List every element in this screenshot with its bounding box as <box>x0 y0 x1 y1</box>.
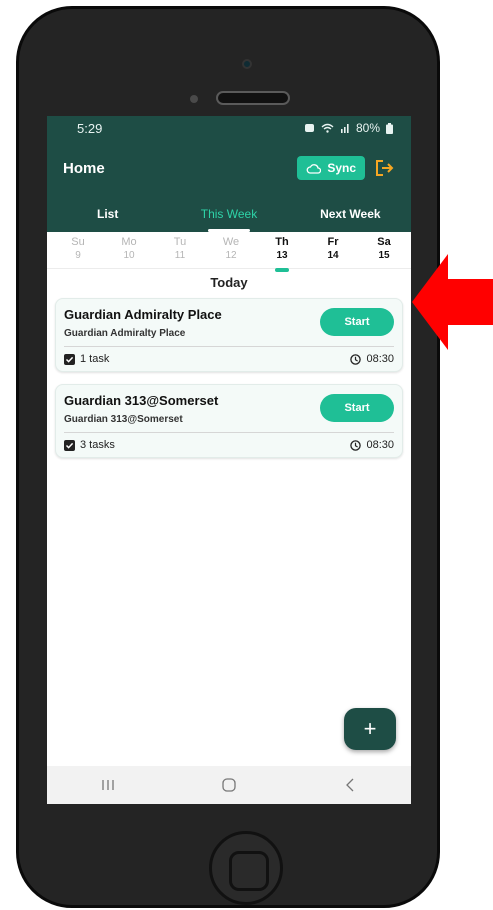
card-info: Guardian Admiralty Place Guardian Admira… <box>64 307 222 339</box>
time-label: 08:30 <box>366 353 394 365</box>
card-title: Guardian Admiralty Place <box>64 307 222 322</box>
card-header: Guardian Admiralty Place Guardian Admira… <box>64 307 394 339</box>
card-divider <box>64 432 394 433</box>
site-card[interactable]: Guardian 313@Somerset Guardian 313@Somer… <box>55 384 403 458</box>
card-footer: 1 task 08:30 <box>64 353 394 365</box>
site-card[interactable]: Guardian Admiralty Place Guardian Admira… <box>55 298 403 372</box>
home-icon[interactable] <box>209 773 249 797</box>
task-count: 1 task <box>64 353 109 365</box>
task-count-label: 1 task <box>80 353 110 365</box>
cloud-icon <box>306 163 322 174</box>
status-icons: 80% <box>304 121 393 135</box>
back-icon[interactable] <box>330 773 370 797</box>
week-tabs: List This Week Next Week <box>47 196 411 232</box>
tab-this-week[interactable]: This Week <box>168 196 289 232</box>
proximity-sensor <box>190 95 198 103</box>
card-header: Guardian 313@Somerset Guardian 313@Somer… <box>64 393 394 425</box>
signal-icon <box>340 124 349 133</box>
tab-next-week[interactable]: Next Week <box>290 196 411 232</box>
card-subtitle: Guardian Admiralty Place <box>64 328 186 339</box>
red-arrow-icon <box>412 254 493 350</box>
day-wednesday[interactable]: We 12 <box>216 236 246 268</box>
time-label: 08:30 <box>366 439 394 451</box>
tab-list[interactable]: List <box>47 196 168 232</box>
system-nav-bar <box>47 766 411 804</box>
day-thursday[interactable]: Th 13 <box>267 236 297 272</box>
checkbox-icon <box>64 439 75 451</box>
clock-icon <box>350 439 362 451</box>
task-count: 3 tasks <box>64 439 115 451</box>
card-divider <box>64 346 394 347</box>
day-monday[interactable]: Mo 10 <box>114 236 144 268</box>
card-info: Guardian 313@Somerset Guardian 313@Somer… <box>64 393 218 425</box>
day-sunday[interactable]: Su 9 <box>63 236 93 268</box>
day-tuesday[interactable]: Tu 11 <box>165 236 195 268</box>
page-title: Home <box>63 159 105 177</box>
app-bar-actions: Sync <box>297 156 395 180</box>
start-button[interactable]: Start <box>320 308 394 336</box>
logout-icon[interactable] <box>375 158 395 178</box>
time-info: 08:30 <box>350 353 394 365</box>
card-subtitle: Guardian 313@Somerset <box>64 414 183 425</box>
sync-label: Sync <box>327 161 356 175</box>
battery-percent: 80% <box>355 121 380 135</box>
battery-icon <box>386 122 393 134</box>
app-bar: Home Sync <box>47 140 411 196</box>
card-footer: 3 tasks 08:30 <box>64 439 394 451</box>
sync-button[interactable]: Sync <box>297 156 365 180</box>
clock-icon <box>350 353 362 365</box>
day-friday[interactable]: Fr 14 <box>318 236 348 268</box>
status-time: 5:29 <box>77 120 103 136</box>
wifi-icon <box>321 123 334 133</box>
day-strip: Su 9 Mo 10 Tu 11 We 12 Th 13 Fr 14 Sa 15 <box>47 232 411 272</box>
front-camera <box>242 59 252 69</box>
checkbox-icon <box>64 353 75 365</box>
day-saturday[interactable]: Sa 15 <box>369 236 399 268</box>
time-info: 08:30 <box>350 439 394 451</box>
screen: 5:29 80% Home Sync List This Week Next W… <box>47 116 411 804</box>
alarm-icon <box>304 124 314 132</box>
stage: 5:29 80% Home Sync List This Week Next W… <box>0 0 493 910</box>
add-button[interactable]: + <box>344 708 396 750</box>
status-bar: 5:29 80% <box>47 116 411 140</box>
earpiece-speaker <box>216 91 290 105</box>
start-button[interactable]: Start <box>320 394 394 422</box>
task-count-label: 3 tasks <box>80 439 115 451</box>
hardware-home-button[interactable] <box>209 831 283 905</box>
card-title: Guardian 313@Somerset <box>64 393 219 408</box>
recents-icon[interactable] <box>88 773 128 797</box>
section-title: Today <box>47 268 411 298</box>
